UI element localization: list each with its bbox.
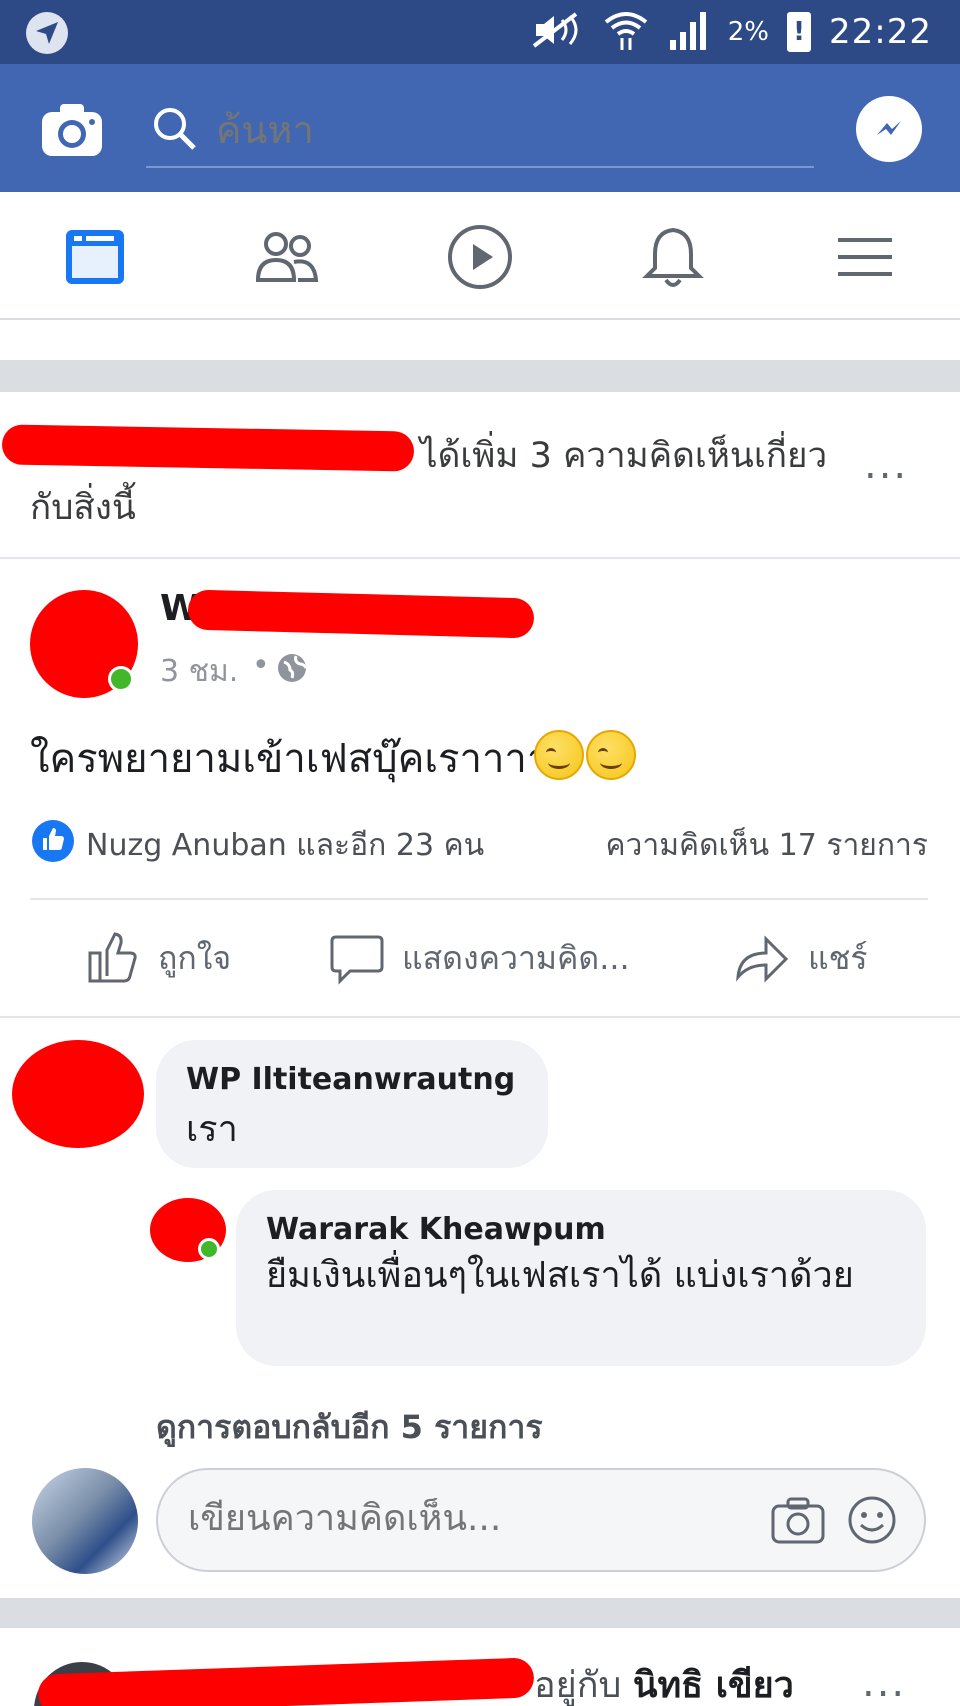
wifi-icon	[604, 8, 648, 56]
activity-header: ได้เพิ่ม 3 ความคิดเห็นเกี่ยวกับสิ่งนี้ .…	[0, 392, 960, 557]
post-text: ใครพยายามเข้าเฟสบุ๊คเราาาา	[30, 736, 550, 782]
comment-text: เรา	[186, 1109, 238, 1150]
feed-divider	[0, 360, 960, 392]
online-indicator	[198, 1238, 220, 1260]
mute-icon	[530, 10, 586, 54]
redaction-mark	[37, 1657, 535, 1706]
like-label: ถูกใจ	[158, 938, 232, 977]
news-feed-icon	[66, 230, 124, 284]
current-user-avatar	[32, 1468, 138, 1574]
share-button[interactable]: แชร์	[734, 930, 868, 986]
post-time[interactable]: 3 ชม.	[160, 648, 238, 695]
emoji-icon[interactable]	[846, 1494, 898, 1550]
divider	[30, 898, 928, 900]
reply-bubble: Wararak Kheawpum ยืมเงินเพื่อนๆในเฟสเราไ…	[236, 1190, 926, 1366]
tab-friends[interactable]	[252, 222, 322, 292]
tab-news-feed[interactable]	[60, 222, 130, 292]
signal-icon	[666, 8, 710, 56]
camera-icon[interactable]	[770, 1496, 826, 1550]
view-more-replies[interactable]: ดูการตอบกลับอีก 5 รายการ	[156, 1402, 543, 1453]
share-arrow-icon	[736, 935, 789, 983]
friends-icon	[255, 232, 319, 282]
thumbs-up-icon	[88, 932, 137, 983]
replier-name[interactable]: Wararak Kheawpum	[266, 1212, 606, 1247]
divider	[0, 1016, 960, 1018]
tagged-name[interactable]: นิทธิ เขียว	[633, 1665, 794, 1706]
commenter-avatar[interactable]	[12, 1040, 144, 1148]
meta-separator: •	[252, 648, 270, 683]
smiling-face-emoji	[586, 730, 636, 780]
redaction-mark	[1, 424, 415, 472]
divider	[0, 557, 960, 559]
like-button[interactable]: ถูกใจ	[86, 930, 231, 986]
play-icon	[448, 225, 512, 289]
online-indicator	[108, 666, 134, 692]
share-label: แชร์	[808, 938, 868, 977]
nav-tabs	[0, 192, 960, 320]
redaction-mark	[187, 589, 535, 639]
comment-input-box[interactable]	[156, 1468, 926, 1572]
navigation-arrow-icon	[26, 12, 68, 54]
search-input[interactable]	[216, 108, 776, 152]
bell-icon	[642, 227, 704, 287]
hamburger-icon	[838, 238, 892, 276]
app-bar	[0, 64, 960, 192]
tab-notifications[interactable]	[638, 222, 708, 292]
tab-menu[interactable]	[830, 222, 900, 292]
comment-bubble: WP Iltiteanwrautng เรา	[156, 1040, 548, 1168]
search-bar[interactable]	[146, 100, 814, 168]
battery-percent: 2%	[727, 17, 770, 47]
comment-input[interactable]	[188, 1498, 748, 1539]
comment-bubble-icon	[330, 935, 384, 985]
more-options-button[interactable]: ...	[862, 1660, 906, 1706]
globe-icon	[276, 652, 308, 688]
comments-count[interactable]: ความคิดเห็น 17 รายการ	[605, 822, 928, 869]
tab-watch[interactable]	[445, 222, 515, 292]
commenter-name[interactable]: WP Iltiteanwrautng	[186, 1062, 515, 1097]
feed-divider	[0, 1598, 960, 1628]
with-text: อยู่กับ	[534, 1665, 622, 1706]
reactions-summary[interactable]: Nuzg Anuban และอีก 23 คน	[86, 822, 484, 869]
reply-text: ยืมเงินเพื่อนๆในเฟสเราได้ แบ่งเราด้วย	[266, 1255, 854, 1296]
search-icon	[152, 106, 198, 156]
comment-button[interactable]: แสดงความคิด...	[330, 930, 630, 986]
battery-icon: !	[787, 12, 812, 52]
more-options-button[interactable]: ...	[864, 442, 908, 488]
camera-icon[interactable]	[40, 102, 104, 158]
comment-label: แสดงความคิด...	[402, 938, 630, 977]
status-bar: 2% ! 22:22	[0, 0, 960, 64]
clock: 22:22	[829, 12, 932, 52]
like-reaction-icon	[32, 820, 74, 862]
smiling-face-emoji	[534, 730, 584, 780]
messenger-icon[interactable]	[856, 96, 922, 162]
